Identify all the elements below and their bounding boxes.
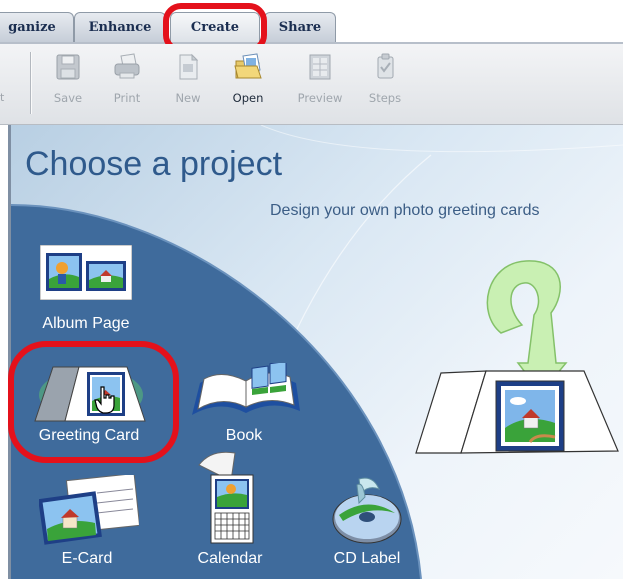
print-button[interactable]: Print (97, 50, 157, 116)
preview-button[interactable]: Preview (290, 50, 350, 116)
ecard-icon (39, 475, 139, 545)
tab-share[interactable]: Share (264, 12, 336, 42)
tab-organize-label: ganize (8, 20, 56, 35)
album-page-icon (40, 245, 132, 300)
calendar-icon (198, 451, 254, 544)
save-button[interactable]: Save (38, 50, 98, 116)
project-calendar[interactable]: Calendar (177, 443, 283, 575)
toolbar-cut-off-label: t (0, 91, 5, 104)
project-cd-label[interactable]: CD Label (311, 465, 423, 575)
open-icon (234, 53, 262, 79)
greeting-card-highlight-annotation (8, 341, 179, 463)
open-label: Open (232, 91, 264, 105)
calendar-label: Calendar (197, 550, 263, 567)
page-title: Choose a project (25, 145, 283, 183)
save-label: Save (53, 91, 83, 105)
preview-icon (309, 54, 331, 80)
print-label: Print (113, 91, 141, 105)
new-label: New (175, 91, 201, 105)
steps-label: Steps (368, 91, 402, 105)
project-ecard[interactable]: E-Card (27, 465, 147, 575)
cd-label-icon (332, 477, 402, 544)
new-icon (179, 53, 199, 80)
album-page-label: Album Page (42, 315, 130, 332)
steps-button[interactable]: Steps (355, 50, 415, 116)
new-button[interactable]: New (158, 50, 218, 116)
tab-bar: ganize Enhance Create Share (0, 0, 623, 53)
project-album-page[interactable]: Album Page (27, 240, 145, 340)
project-book[interactable]: Book (184, 355, 304, 455)
preview-label: Preview (297, 91, 343, 105)
tab-enhance[interactable]: Enhance (74, 12, 166, 42)
open-button[interactable]: Open (218, 50, 278, 116)
project-description: Design your own photo greeting cards (270, 202, 540, 219)
greeting-card-preview-illustration (415, 260, 619, 454)
photo-app-window: ganize Enhance Create Share t Save Print… (0, 0, 623, 579)
ecard-label: E-Card (61, 550, 113, 567)
toolbar: t Save Print New Open Preview Steps (0, 44, 623, 125)
save-icon (56, 54, 80, 80)
tab-share-label: Share (278, 20, 322, 35)
tab-organize[interactable]: ganize (0, 12, 74, 42)
tab-enhance-label: Enhance (88, 20, 152, 35)
cd-label-label: CD Label (333, 550, 401, 567)
toolbar-separator (30, 52, 32, 114)
book-icon (192, 363, 300, 415)
print-icon (114, 53, 140, 79)
steps-icon (377, 53, 394, 79)
